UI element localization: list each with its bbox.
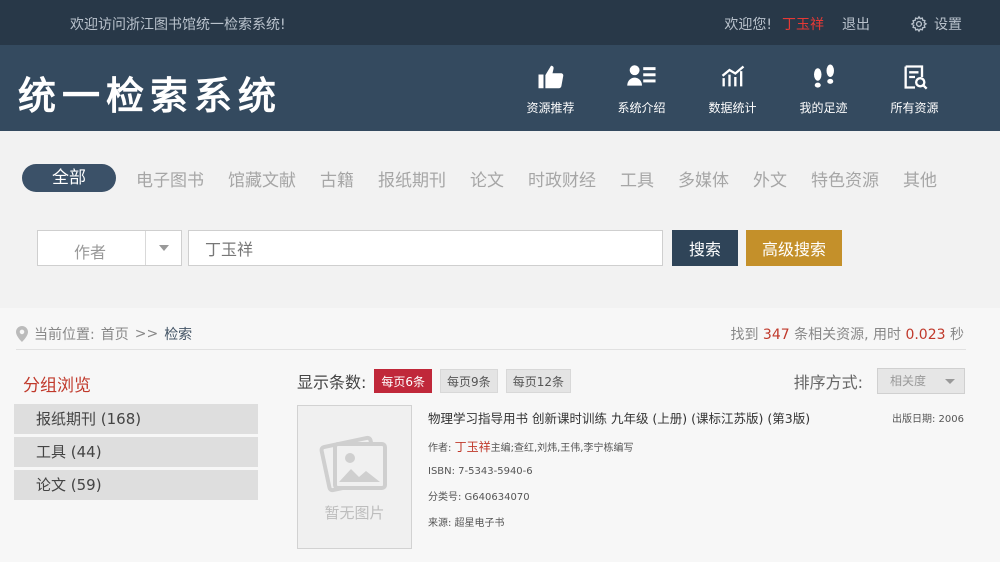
pubdate-value: 2006	[938, 414, 964, 425]
group-browse-title: 分组浏览	[23, 376, 91, 396]
found-prefix: 找到	[730, 327, 759, 343]
results-area: 当前位置: 首页 >> 检索 找到 347 条相关资源, 用时 0.023 秒 …	[0, 308, 1000, 562]
search-button[interactable]: 搜索	[672, 230, 738, 266]
book-isbn: ISBN: 7-5343-5940-6	[428, 466, 533, 477]
logout-link[interactable]: 退出	[842, 14, 870, 34]
result-count: 347	[762, 327, 790, 343]
tab-papers[interactable]: 论文	[470, 166, 504, 191]
main-nav: 资源推荐 系统介绍 数据统计 我的足迹 所有资源	[505, 59, 960, 116]
page-size-selector: 显示条数: 每页6条 每页9条 每页12条	[297, 369, 579, 393]
nav-system-intro[interactable]: 系统介绍	[596, 59, 687, 116]
chevron-down-icon	[945, 379, 955, 384]
tab-ebooks[interactable]: 电子图书	[136, 166, 204, 191]
nav-resource-recommend[interactable]: 资源推荐	[505, 59, 596, 116]
found-suffix: 条相关资源,	[794, 327, 869, 343]
site-logo[interactable]: 统一检索系统	[18, 65, 282, 120]
book-classno: 分类号: G640634070	[428, 492, 530, 503]
group-item-tools[interactable]: 工具 (44)	[14, 437, 258, 467]
page-size-12[interactable]: 每页12条	[505, 369, 571, 393]
result-time: 0.023	[905, 327, 946, 343]
username[interactable]: 丁玉祥	[782, 14, 824, 34]
search-field-value: 作者	[74, 243, 107, 262]
nav-label: 数据统计	[708, 101, 757, 115]
result-summary: 找到 347 条相关资源, 用时 0.023 秒	[730, 324, 964, 344]
tab-newspapers[interactable]: 报纸期刊	[378, 166, 446, 191]
nav-all-resources[interactable]: 所有资源	[869, 59, 960, 116]
advanced-search-button[interactable]: 高级搜索	[746, 230, 842, 266]
settings-button[interactable]: 设置	[910, 14, 962, 34]
tab-tools[interactable]: 工具	[620, 166, 654, 191]
sort-label: 排序方式:	[793, 373, 863, 392]
header: 统一检索系统 资源推荐 系统介绍 数据统计 我的足迹 所有资源	[0, 45, 1000, 131]
group-item-papers[interactable]: 论文 (59)	[14, 470, 258, 500]
greeting-text: 欢迎您!	[724, 17, 772, 33]
tab-multimedia[interactable]: 多媒体	[678, 166, 729, 191]
breadcrumb: 当前位置: 首页 >> 检索	[16, 324, 192, 344]
welcome-text: 欢迎访问浙江图书馆统一检索系统!	[70, 17, 286, 33]
tab-ancient-books[interactable]: 古籍	[320, 166, 354, 191]
no-image-text: 暂无图片	[324, 504, 385, 522]
id-card-icon	[626, 65, 656, 86]
group-item-newspapers[interactable]: 报纸期刊 (168)	[14, 404, 258, 434]
pubdate-label: 出版日期:	[891, 414, 936, 425]
gear-icon	[910, 15, 928, 33]
book-source: 来源: 超星电子书	[428, 518, 505, 529]
tab-collection[interactable]: 馆藏文献	[228, 166, 296, 191]
author-name[interactable]: 丁玉祥	[455, 440, 491, 454]
tab-featured[interactable]: 特色资源	[811, 166, 879, 191]
divider	[16, 349, 966, 350]
category-tabs: 全部 电子图书 馆藏文献 古籍 报纸期刊 论文 时政财经 工具 多媒体 外文 特…	[22, 164, 961, 192]
tab-foreign[interactable]: 外文	[753, 166, 787, 191]
sort-value: 相关度	[890, 374, 927, 388]
author-rest: 主编;查红,刘炜,王伟,李宁栋编写	[490, 443, 634, 454]
tab-other[interactable]: 其他	[903, 166, 937, 191]
nav-label: 系统介绍	[617, 101, 666, 115]
thumbs-up-icon	[538, 65, 563, 89]
footprints-icon	[813, 64, 834, 88]
sort-control: 排序方式: 相关度	[794, 368, 965, 394]
bar-chart-icon	[721, 65, 744, 87]
breadcrumb-home[interactable]: 首页	[101, 324, 129, 344]
breadcrumb-current: 检索	[164, 327, 193, 343]
page-size-9[interactable]: 每页9条	[440, 369, 498, 393]
image-placeholder-icon	[319, 435, 387, 493]
tab-politics-finance[interactable]: 时政财经	[528, 166, 596, 191]
search-input[interactable]	[188, 230, 663, 266]
author-label: 作者:	[428, 443, 452, 454]
settings-label: 设置	[934, 17, 962, 33]
breadcrumb-prefix: 当前位置:	[34, 327, 95, 343]
nav-label: 我的足迹	[799, 101, 848, 115]
sort-select[interactable]: 相关度	[877, 368, 965, 394]
user-area: 欢迎您! 丁玉祥 退出 设置	[724, 14, 962, 34]
time-suffix: 秒	[950, 327, 964, 343]
breadcrumb-separator: >>	[134, 326, 159, 342]
time-prefix: 用时	[873, 327, 901, 343]
top-bar: 欢迎访问浙江图书馆统一检索系统! 欢迎您! 丁玉祥 退出 设置	[0, 0, 1000, 45]
book-title[interactable]: 物理学习指导用书 创新课时训练 九年级 (上册) (课标江苏版) (第3版)	[428, 408, 968, 427]
page-size-6[interactable]: 每页6条	[374, 369, 433, 393]
page-size-label: 显示条数:	[297, 373, 367, 392]
nav-label: 所有资源	[890, 101, 939, 115]
nav-label: 资源推荐	[526, 101, 575, 115]
resource-search-icon	[904, 65, 927, 90]
nav-data-stats[interactable]: 数据统计	[687, 59, 778, 116]
pubdate: 出版日期: 2006	[892, 410, 964, 425]
chevron-down-icon[interactable]	[145, 231, 181, 265]
location-pin-icon	[16, 326, 28, 342]
nav-my-footprints[interactable]: 我的足迹	[778, 59, 869, 116]
tab-all[interactable]: 全部	[22, 164, 116, 192]
search-field-select[interactable]: 作者	[37, 230, 182, 266]
book-author-line: 作者: 丁玉祥主编;查红,刘炜,王伟,李宁栋编写	[428, 438, 968, 455]
book-cover[interactable]: 暂无图片	[297, 405, 412, 549]
group-list: 报纸期刊 (168) 工具 (44) 论文 (59)	[14, 404, 258, 503]
book-result: 物理学习指导用书 创新课时训练 九年级 (上册) (课标江苏版) (第3版) 出…	[428, 408, 968, 529]
